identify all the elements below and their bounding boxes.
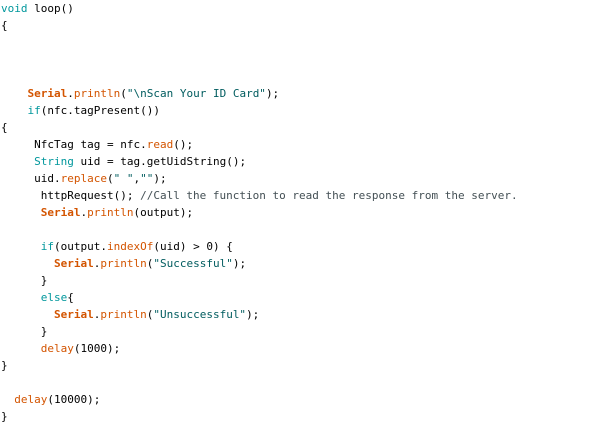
code-line[interactable]	[1, 51, 518, 68]
code-token: (output.	[54, 240, 107, 253]
code-token: else	[40, 291, 68, 304]
code-token: Serial	[53, 308, 94, 321]
code-line[interactable]: delay(1000);	[1, 340, 518, 357]
code-token: }	[1, 359, 8, 372]
code-token: httpRequest();	[1, 189, 141, 202]
code-line[interactable]: String uid = tag.getUidString();	[1, 153, 518, 170]
code-editor[interactable]: { "colors": { "keyword": "#00979c", "obj…	[0, 0, 603, 423]
code-line[interactable]: Serial.println("Successful");	[1, 255, 518, 272]
code-line[interactable]: NfcTag tag = nfc.read();	[1, 136, 518, 153]
code-token: read	[146, 138, 174, 151]
code-token: loop()	[27, 2, 74, 15]
code-line[interactable]: Serial.println(output);	[1, 204, 518, 221]
code-token: (10000);	[47, 393, 101, 406]
code-token: if	[27, 104, 41, 117]
code-line[interactable]: uid.replace(" ","");	[1, 170, 518, 187]
code-area[interactable]: void loop(){ Serial.println("\nScan Your…	[1, 0, 518, 425]
code-token: "Unsuccessful"	[153, 308, 247, 321]
code-token: //Call the function to read the response…	[140, 189, 518, 202]
code-token: " "	[113, 172, 134, 185]
code-line[interactable]: if(nfc.tagPresent())	[1, 102, 518, 119]
code-line[interactable]: void loop()	[1, 0, 518, 17]
code-token: );	[246, 308, 260, 321]
code-token: (1000);	[73, 342, 121, 355]
code-line[interactable]	[1, 221, 518, 238]
code-line[interactable]: }	[1, 357, 518, 374]
code-token: uid = tag.getUidString();	[73, 155, 247, 168]
code-token: delay	[14, 393, 48, 406]
code-line[interactable]	[1, 374, 518, 391]
code-token: {	[1, 121, 8, 134]
code-line[interactable]: }	[1, 323, 518, 340]
code-token: (output);	[133, 206, 194, 219]
code-token: println	[73, 87, 121, 100]
code-line[interactable]: httpRequest(); //Call the function to re…	[1, 187, 518, 204]
code-token: println	[100, 308, 147, 321]
code-line[interactable]: delay(10000);	[1, 391, 518, 408]
code-token: );	[153, 172, 167, 185]
code-token: if	[40, 240, 54, 253]
code-line[interactable]: {	[1, 119, 518, 136]
code-line[interactable]: Serial.println("\nScan Your ID Card");	[1, 85, 518, 102]
code-token: (nfc.tagPresent())	[40, 104, 160, 117]
code-token: }	[1, 274, 48, 287]
code-token: "Successful"	[153, 257, 233, 270]
code-token: replace	[60, 172, 107, 185]
code-token: (	[106, 172, 114, 185]
code-token: );	[232, 257, 247, 270]
code-token: }	[1, 410, 8, 423]
code-token: }	[1, 325, 48, 338]
code-token: void	[1, 2, 28, 15]
code-line[interactable]: }	[1, 408, 518, 425]
code-token: uid.	[1, 172, 61, 185]
code-token: println	[87, 206, 134, 219]
code-token: {	[1, 19, 8, 32]
code-token: {	[67, 291, 74, 304]
code-token: ();	[173, 138, 194, 151]
code-token: Serial	[53, 257, 94, 270]
code-token: indexOf	[106, 240, 154, 253]
code-line[interactable]: }	[1, 272, 518, 289]
code-token: println	[100, 257, 147, 270]
code-token: Serial	[27, 87, 68, 100]
code-token: (	[120, 87, 127, 100]
code-token: "\nScan Your ID Card"	[126, 87, 266, 100]
code-line[interactable]: {	[1, 17, 518, 34]
code-token: String	[34, 155, 74, 168]
code-line[interactable]: else{	[1, 289, 518, 306]
code-token: NfcTag tag = nfc.	[1, 138, 147, 151]
code-token: .	[67, 87, 74, 100]
code-line[interactable]: Serial.println("Unsuccessful");	[1, 306, 518, 323]
code-token: Serial	[40, 206, 81, 219]
code-line[interactable]: if(output.indexOf(uid) > 0) {	[1, 238, 518, 255]
code-token: delay	[40, 342, 74, 355]
code-token: (uid) > 0) {	[153, 240, 233, 253]
code-line[interactable]	[1, 34, 518, 51]
code-line[interactable]	[1, 68, 518, 85]
code-token: );	[265, 87, 280, 100]
code-token: ""	[140, 172, 154, 185]
